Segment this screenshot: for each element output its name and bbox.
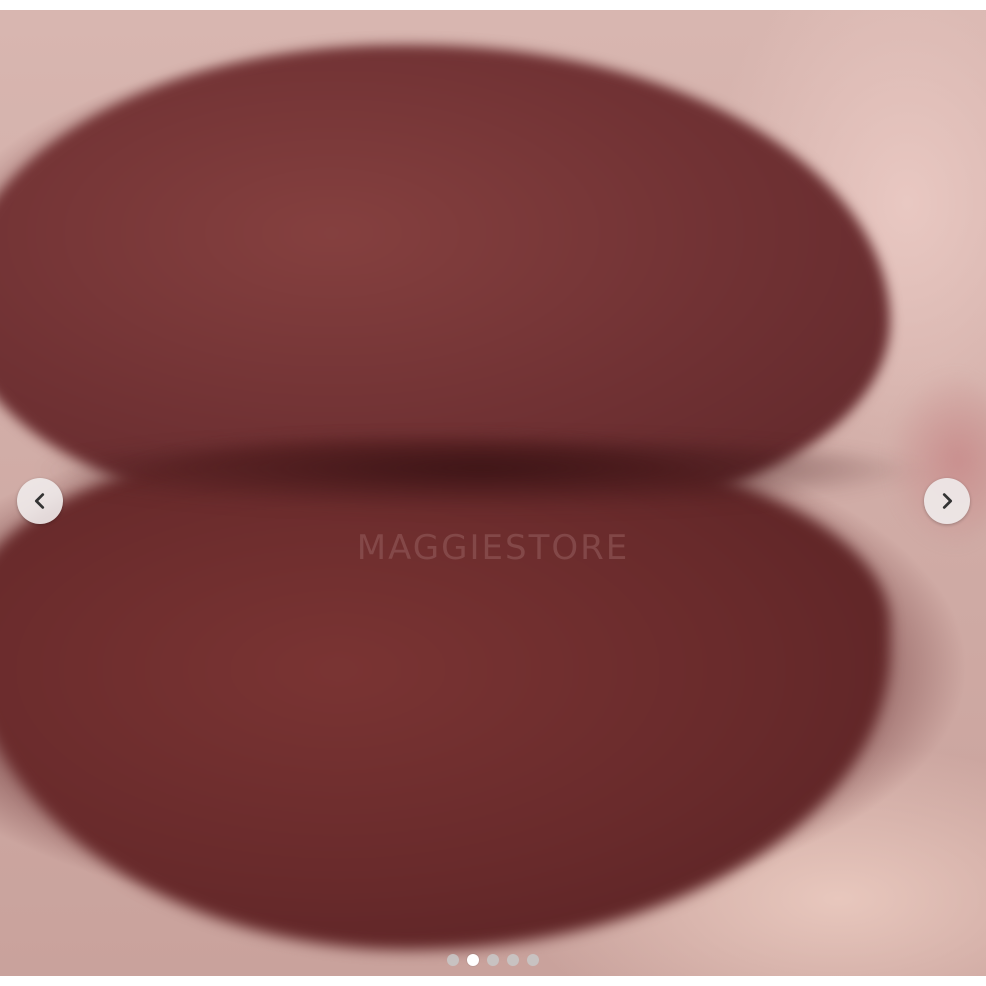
- lower-lip-shape: [0, 440, 890, 950]
- slide-dot-2[interactable]: [467, 954, 479, 966]
- slide-dot-3[interactable]: [487, 954, 499, 966]
- chevron-left-icon: [34, 493, 45, 509]
- chevron-right-icon: [942, 493, 953, 509]
- previous-slide-button[interactable]: [17, 478, 63, 524]
- lip-corner-shape: [886, 370, 986, 550]
- slide-dot-1[interactable]: [447, 954, 459, 966]
- product-photo: MAGGIESTORE: [0, 10, 986, 976]
- slide-dot-5[interactable]: [527, 954, 539, 966]
- next-slide-button[interactable]: [924, 478, 970, 524]
- slide-indicator: [0, 954, 986, 966]
- slide-dot-4[interactable]: [507, 954, 519, 966]
- lip-line-shadow: [30, 440, 930, 510]
- image-carousel: MAGGIESTORE: [0, 10, 986, 976]
- watermark-text: MAGGIESTORE: [356, 528, 630, 568]
